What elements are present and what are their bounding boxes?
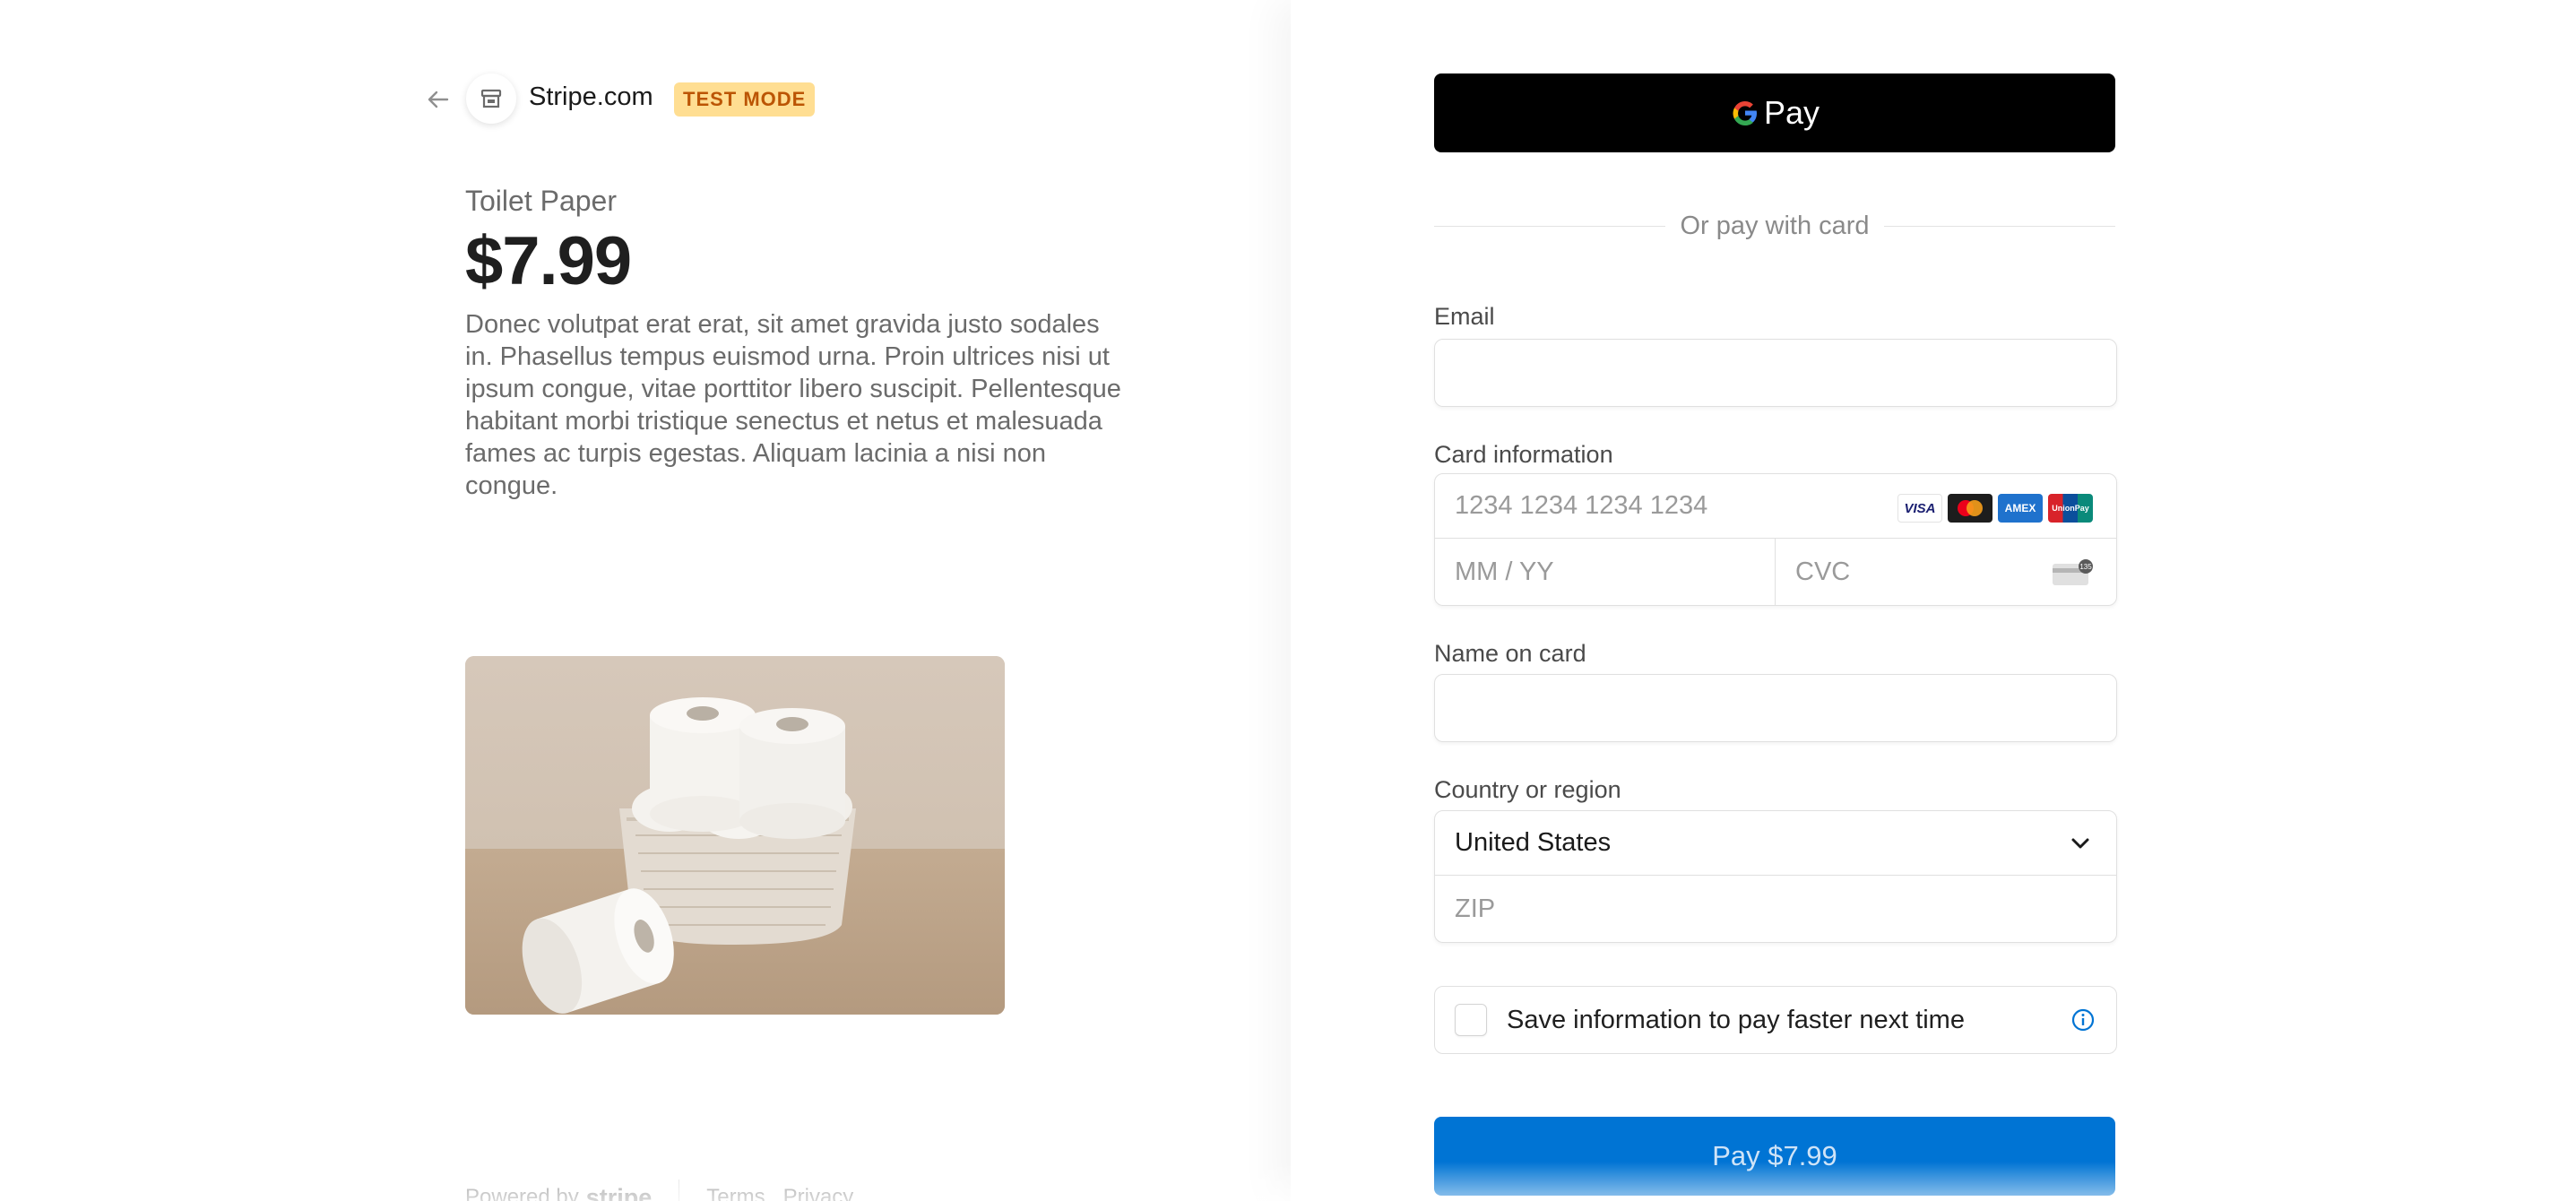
card-expiry-cvc-row: 135 (1435, 539, 2116, 605)
card-number-row: VISA AMEX UnionPay (1435, 474, 2116, 539)
product-name: Toilet Paper (465, 185, 617, 217)
country-value: United States (1455, 828, 1612, 857)
country-label: Country or region (1434, 776, 1621, 803)
save-info-checkbox[interactable] (1455, 1004, 1487, 1036)
card-information-label: Card information (1434, 441, 1613, 468)
card-information-group: VISA AMEX UnionPay 135 (1434, 473, 2117, 606)
product-image (465, 656, 1005, 1015)
pay-button[interactable]: Pay $7.99 (1434, 1117, 2115, 1196)
mastercard-icon (1948, 494, 1993, 523)
product-description: Donec volutpat erat erat, sit amet gravi… (465, 310, 1121, 500)
email-field[interactable] (1434, 339, 2117, 407)
save-info-box: Save information to pay faster next time (1434, 986, 2117, 1054)
email-input[interactable] (1435, 340, 2116, 406)
name-on-card-field[interactable] (1434, 674, 2117, 742)
arrow-left-icon[interactable] (423, 84, 454, 115)
chevron-down-icon (2071, 838, 2089, 849)
store-icon (466, 73, 516, 124)
footer: Powered by stripe Terms Privacy (465, 1179, 871, 1201)
privacy-link[interactable]: Privacy (783, 1185, 854, 1201)
name-on-card-label: Name on card (1434, 640, 1586, 667)
pay-with-card-divider: Or pay with card (1434, 210, 2116, 242)
product-panel: Stripe.com TEST MODE Toilet Paper $7.99 … (0, 0, 1291, 1201)
zip-input[interactable] (1435, 876, 2116, 942)
info-icon[interactable] (2070, 1007, 2096, 1033)
expiry-field[interactable] (1435, 539, 1776, 605)
terms-link[interactable]: Terms (706, 1185, 765, 1201)
powered-by-text: Powered by (465, 1185, 579, 1201)
amex-icon: AMEX (1998, 494, 2043, 523)
card-number-input[interactable] (1435, 474, 1901, 538)
cvc-card-icon: 135 (2053, 559, 2093, 585)
card-brands: VISA AMEX UnionPay (1897, 494, 2093, 523)
zip-field[interactable] (1435, 876, 2116, 942)
test-mode-badge: TEST MODE (674, 82, 816, 117)
google-pay-button[interactable]: Pay (1434, 73, 2115, 152)
visa-icon: VISA (1897, 494, 1942, 523)
expiry-input[interactable] (1435, 539, 1775, 605)
divider-text: Or pay with card (1680, 211, 1870, 240)
store-name: Stripe.com (529, 82, 653, 111)
name-on-card-input[interactable] (1435, 675, 2116, 741)
country-zip-group: United States (1434, 810, 2117, 943)
google-pay-label: Pay (1763, 94, 1820, 131)
stripe-logo[interactable]: stripe (586, 1184, 653, 1201)
email-label: Email (1434, 303, 1495, 330)
country-select[interactable]: United States (1435, 811, 2116, 876)
google-g-icon (1733, 101, 1757, 125)
cvc-field[interactable]: 135 (1776, 539, 2116, 605)
product-price: $7.99 (465, 223, 632, 299)
svg-text:135: 135 (2079, 563, 2092, 571)
unionpay-icon: UnionPay (2048, 494, 2093, 523)
save-info-label[interactable]: Save information to pay faster next time (1507, 1006, 1965, 1035)
